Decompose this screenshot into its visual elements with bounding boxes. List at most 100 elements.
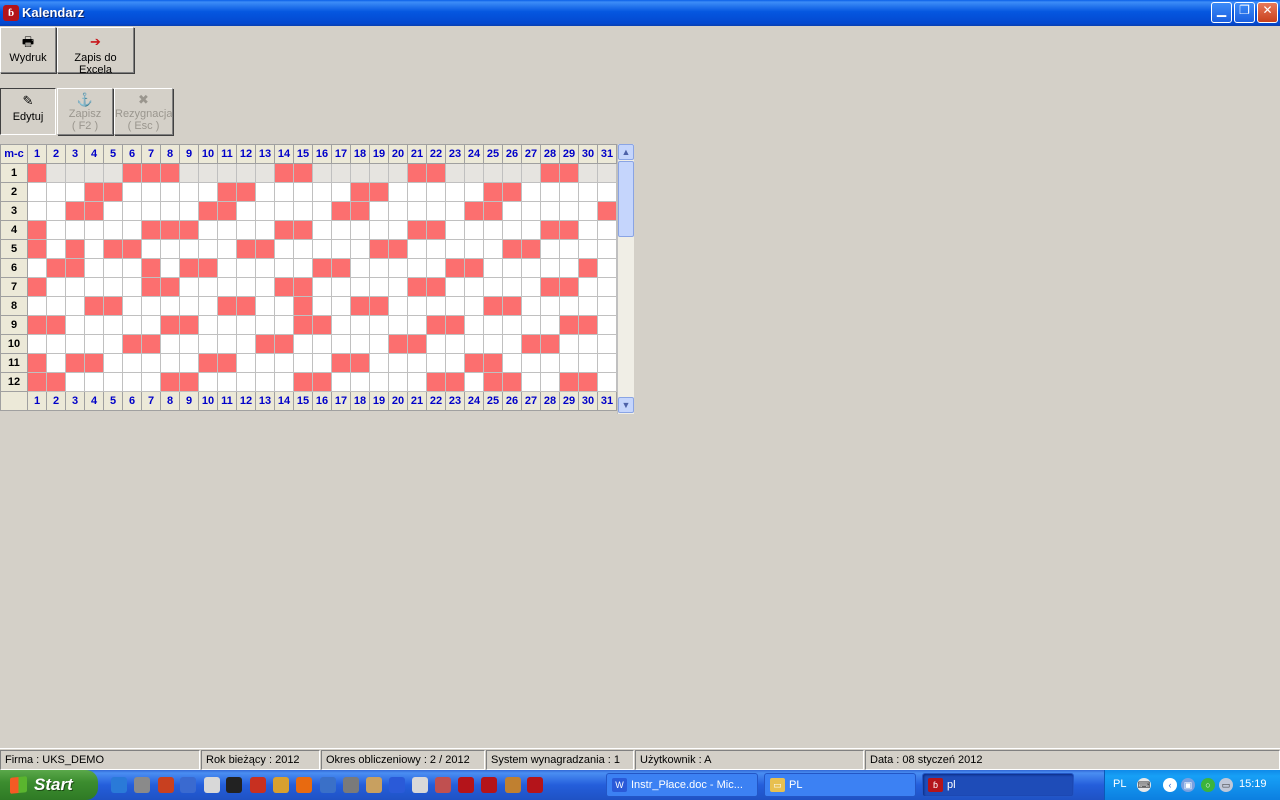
day-cell-holiday[interactable] <box>65 353 85 373</box>
day-cell[interactable] <box>331 239 351 259</box>
day-cell-holiday[interactable] <box>103 296 123 316</box>
day-cell[interactable] <box>369 163 389 183</box>
day-cell[interactable] <box>141 296 161 316</box>
day-cell-holiday[interactable] <box>274 163 294 183</box>
day-cell-holiday[interactable] <box>369 239 389 259</box>
day-cell[interactable] <box>407 182 427 202</box>
day-cell[interactable] <box>236 258 256 278</box>
day-cell[interactable] <box>388 163 408 183</box>
day-cell-holiday[interactable] <box>312 315 332 335</box>
day-cell[interactable] <box>578 163 598 183</box>
tool-icon[interactable] <box>273 777 289 793</box>
day-cell[interactable] <box>46 296 66 316</box>
day-cell[interactable] <box>407 372 427 392</box>
day-cell-holiday[interactable] <box>350 182 370 202</box>
day-cell[interactable] <box>65 334 85 354</box>
day-cell-holiday[interactable] <box>274 334 294 354</box>
day-cell[interactable] <box>198 296 218 316</box>
day-cell-holiday[interactable] <box>46 315 66 335</box>
day-cell[interactable] <box>236 372 256 392</box>
day-cell-holiday[interactable] <box>141 258 161 278</box>
day-cell[interactable] <box>160 258 180 278</box>
day-cell[interactable] <box>464 182 484 202</box>
day-cell[interactable] <box>255 201 275 221</box>
day-cell[interactable] <box>502 220 522 240</box>
day-cell[interactable] <box>274 315 294 335</box>
day-cell[interactable] <box>369 201 389 221</box>
day-cell[interactable] <box>369 372 389 392</box>
day-cell[interactable] <box>236 163 256 183</box>
day-cell-holiday[interactable] <box>84 182 104 202</box>
day-cell[interactable] <box>198 239 218 259</box>
day-cell-holiday[interactable] <box>160 277 180 297</box>
day-cell-holiday[interactable] <box>483 372 503 392</box>
day-cell[interactable] <box>236 220 256 240</box>
day-cell[interactable] <box>597 239 617 259</box>
day-cell-holiday[interactable] <box>198 201 218 221</box>
day-cell-holiday[interactable] <box>331 201 351 221</box>
day-cell[interactable] <box>540 315 560 335</box>
day-cell[interactable] <box>103 220 123 240</box>
day-cell[interactable] <box>445 277 465 297</box>
day-cell-holiday[interactable] <box>388 239 408 259</box>
day-cell[interactable] <box>274 296 294 316</box>
day-cell[interactable] <box>407 201 427 221</box>
day-cell[interactable] <box>312 353 332 373</box>
day-cell[interactable] <box>350 277 370 297</box>
day-cell[interactable] <box>597 296 617 316</box>
day-cell-holiday[interactable] <box>502 182 522 202</box>
day-cell-holiday[interactable] <box>217 201 237 221</box>
day-cell[interactable] <box>559 296 579 316</box>
day-cell[interactable] <box>559 201 579 221</box>
day-cell[interactable] <box>122 220 142 240</box>
day-cell[interactable] <box>521 277 541 297</box>
status-circle-icon[interactable]: ○ <box>1201 778 1215 792</box>
day-cell[interactable] <box>160 296 180 316</box>
day-cell[interactable] <box>521 296 541 316</box>
settings-icon[interactable] <box>505 777 521 793</box>
day-cell[interactable] <box>597 372 617 392</box>
day-cell[interactable] <box>445 239 465 259</box>
day-cell-holiday[interactable] <box>217 182 237 202</box>
day-cell[interactable] <box>388 353 408 373</box>
day-cell[interactable] <box>103 315 123 335</box>
day-cell[interactable] <box>521 258 541 278</box>
day-cell[interactable] <box>426 353 446 373</box>
excel-export-button[interactable]: ➔ Zapis do Excela <box>57 27 134 76</box>
day-cell[interactable] <box>236 315 256 335</box>
day-cell-holiday[interactable] <box>122 239 142 259</box>
day-cell[interactable] <box>502 258 522 278</box>
day-cell[interactable] <box>179 182 199 202</box>
day-cell[interactable] <box>103 353 123 373</box>
day-cell-holiday[interactable] <box>464 258 484 278</box>
day-cell[interactable] <box>350 334 370 354</box>
day-cell[interactable] <box>84 277 104 297</box>
day-cell[interactable] <box>445 201 465 221</box>
day-cell[interactable] <box>445 182 465 202</box>
day-cell[interactable] <box>198 372 218 392</box>
day-cell[interactable] <box>65 163 85 183</box>
day-cell[interactable] <box>445 334 465 354</box>
day-cell[interactable] <box>255 258 275 278</box>
day-cell[interactable] <box>179 163 199 183</box>
day-cell[interactable] <box>331 372 351 392</box>
day-cell-holiday[interactable] <box>426 372 446 392</box>
day-cell[interactable] <box>274 239 294 259</box>
day-cell-holiday[interactable] <box>236 239 256 259</box>
calendar-grid[interactable]: m-c 1 2 3 4 5 6 7 8 9 10 11 12 13 14 15 16 17 18 19 20 21 22 23… <box>0 144 617 411</box>
day-cell[interactable] <box>350 372 370 392</box>
day-cell-holiday[interactable] <box>445 258 465 278</box>
day-cell-holiday[interactable] <box>559 277 579 297</box>
network-places-icon[interactable] <box>134 777 150 793</box>
day-cell[interactable] <box>483 258 503 278</box>
day-cell[interactable] <box>179 334 199 354</box>
day-cell-holiday[interactable] <box>84 296 104 316</box>
day-cell[interactable] <box>445 163 465 183</box>
day-cell-holiday[interactable] <box>464 201 484 221</box>
day-cell[interactable] <box>521 201 541 221</box>
day-cell[interactable] <box>274 201 294 221</box>
day-cell-holiday[interactable] <box>293 163 313 183</box>
day-cell[interactable] <box>65 182 85 202</box>
day-cell[interactable] <box>502 353 522 373</box>
day-cell[interactable] <box>84 315 104 335</box>
